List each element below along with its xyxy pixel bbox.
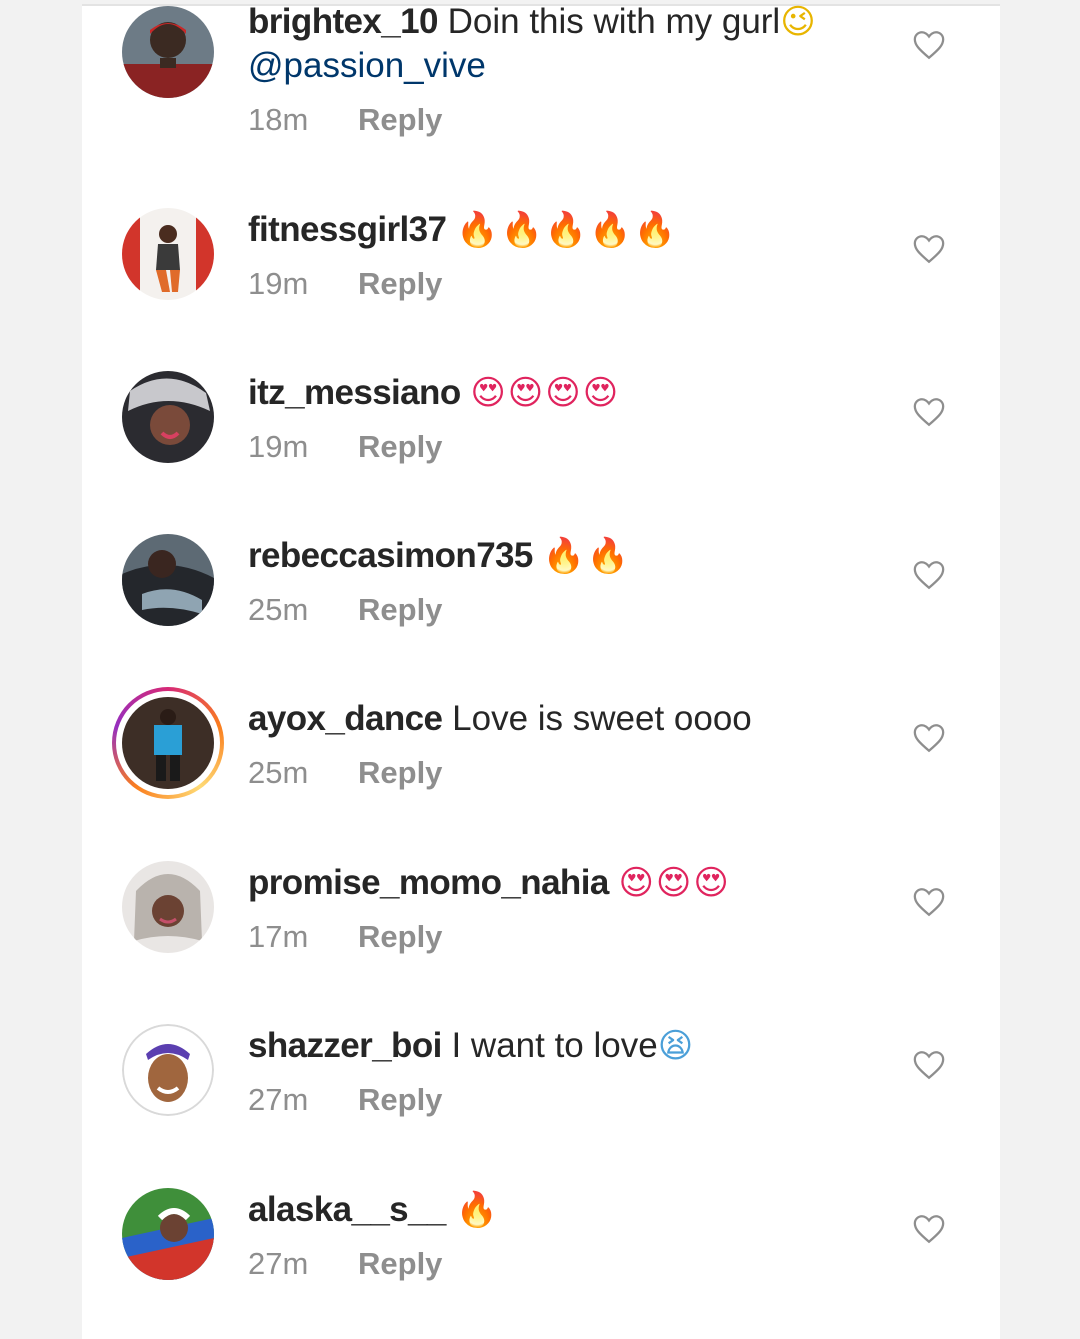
comment-item: fitnessgirl37 🔥🔥🔥🔥🔥 19m Reply	[82, 208, 1000, 358]
comment-item: ayox_dance Love is sweet oooo 25m Reply	[82, 687, 1000, 847]
avatar[interactable]	[122, 208, 214, 300]
reply-button[interactable]: Reply	[358, 755, 442, 790]
avatar-image	[122, 534, 214, 626]
heart-outline-icon[interactable]	[912, 28, 946, 62]
avatar-image	[122, 6, 214, 98]
comment-time: 25m	[248, 755, 309, 790]
comment-meta: 19m Reply	[248, 264, 908, 304]
comment-time: 25m	[248, 592, 309, 627]
comment-body: fitnessgirl37 🔥🔥🔥🔥🔥 19m Reply	[248, 208, 908, 304]
comment-meta: 25m Reply	[248, 753, 908, 793]
comment-username[interactable]: itz_messiano	[248, 373, 461, 412]
comment-body: shazzer_boi I want to love😫 27m Reply	[248, 1024, 908, 1120]
heart-outline-icon[interactable]	[912, 395, 946, 429]
fire-emoji-icon: 🔥	[455, 1190, 500, 1230]
comment-meta: 17m Reply	[248, 917, 908, 957]
comment-username[interactable]: shazzer_boi	[248, 1026, 442, 1065]
comment-time: 17m	[248, 919, 309, 954]
comment-username[interactable]: ayox_dance	[248, 699, 443, 738]
comment-time: 27m	[248, 1246, 309, 1281]
avatar-image	[122, 861, 214, 953]
comment-item: promise_momo_nahia 😍😍😍 17m Reply	[82, 861, 1000, 1011]
comment-meta: 18m Reply	[248, 100, 908, 140]
avatar[interactable]	[122, 1188, 214, 1280]
heart-eyes-emoji-icon: 😍😍😍😍	[470, 373, 621, 413]
avatar[interactable]	[122, 861, 214, 953]
avatar[interactable]	[122, 534, 214, 626]
comment-username[interactable]: rebeccasimon735	[248, 536, 533, 575]
avatar[interactable]	[122, 371, 214, 463]
heart-outline-icon[interactable]	[912, 721, 946, 755]
heart-outline-icon[interactable]	[912, 558, 946, 592]
comment-item: alaska__s__ 🔥 27m Reply	[82, 1188, 1000, 1338]
comment-meta: 27m Reply	[248, 1244, 908, 1284]
comment-body: alaska__s__ 🔥 27m Reply	[248, 1188, 908, 1284]
comment-item: rebeccasimon735 🔥🔥 25m Reply	[82, 534, 1000, 684]
comment-item: itz_messiano 😍😍😍😍 19m Reply	[82, 371, 1000, 521]
heart-outline-icon[interactable]	[912, 1048, 946, 1082]
avatar-story-ring[interactable]	[112, 687, 224, 799]
comment-meta: 27m Reply	[248, 1080, 908, 1120]
comment-body: promise_momo_nahia 😍😍😍 17m Reply	[248, 861, 908, 957]
comment-meta: 19m Reply	[248, 427, 908, 467]
wink-emoji-icon: 😉	[780, 2, 818, 42]
avatar[interactable]	[122, 1024, 214, 1116]
comment-time: 27m	[248, 1082, 309, 1117]
comment-username[interactable]: alaska__s__	[248, 1190, 446, 1229]
comment-username[interactable]: brightex_10	[248, 2, 438, 41]
comment-mention[interactable]: @passion_vive	[248, 46, 486, 85]
heart-outline-icon[interactable]	[912, 885, 946, 919]
heart-outline-icon[interactable]	[912, 232, 946, 266]
reply-button[interactable]: Reply	[358, 102, 442, 137]
comment-body: rebeccasimon735 🔥🔥 25m Reply	[248, 534, 908, 630]
comment-username[interactable]: fitnessgirl37	[248, 210, 447, 249]
comment-text: Love is sweet oooo	[452, 699, 752, 738]
avatar-image	[122, 371, 214, 463]
avatar-image	[122, 1188, 214, 1280]
avatar-image	[122, 1024, 214, 1116]
comment-item: brightex_10 Doin this with my gurl😉 @pas…	[82, 2, 1000, 156]
comment-time: 19m	[248, 429, 309, 464]
comment-time: 18m	[248, 102, 309, 137]
fire-emoji-icon: 🔥🔥🔥🔥🔥	[456, 210, 678, 250]
comment-meta: 25m Reply	[248, 590, 908, 630]
comment-body: brightex_10 Doin this with my gurl😉 @pas…	[248, 0, 908, 140]
reply-button[interactable]: Reply	[358, 919, 442, 954]
heart-outline-icon[interactable]	[912, 1212, 946, 1246]
comments-panel: brightex_10 Doin this with my gurl😉 @pas…	[82, 2, 1000, 1339]
avatar[interactable]	[122, 6, 214, 98]
comment-text: I want to love	[451, 1026, 658, 1065]
avatar-image	[122, 208, 214, 300]
comment-username[interactable]: promise_momo_nahia	[248, 863, 609, 902]
heart-eyes-emoji-icon: 😍😍😍	[618, 863, 731, 903]
tired-face-emoji-icon: 😫	[657, 1026, 696, 1066]
reply-button[interactable]: Reply	[358, 592, 442, 627]
reply-button[interactable]: Reply	[358, 1082, 442, 1117]
comment-body: ayox_dance Love is sweet oooo 25m Reply	[248, 697, 908, 793]
reply-button[interactable]: Reply	[358, 1246, 442, 1281]
comment-body: itz_messiano 😍😍😍😍 19m Reply	[248, 371, 908, 467]
fire-emoji-icon: 🔥🔥	[542, 536, 632, 576]
reply-button[interactable]: Reply	[358, 266, 442, 301]
reply-button[interactable]: Reply	[358, 429, 442, 464]
comment-text: Doin this with my gurl	[447, 2, 781, 41]
comment-item: shazzer_boi I want to love😫 27m Reply	[82, 1024, 1000, 1174]
avatar-image	[122, 697, 214, 789]
comment-time: 19m	[248, 266, 309, 301]
